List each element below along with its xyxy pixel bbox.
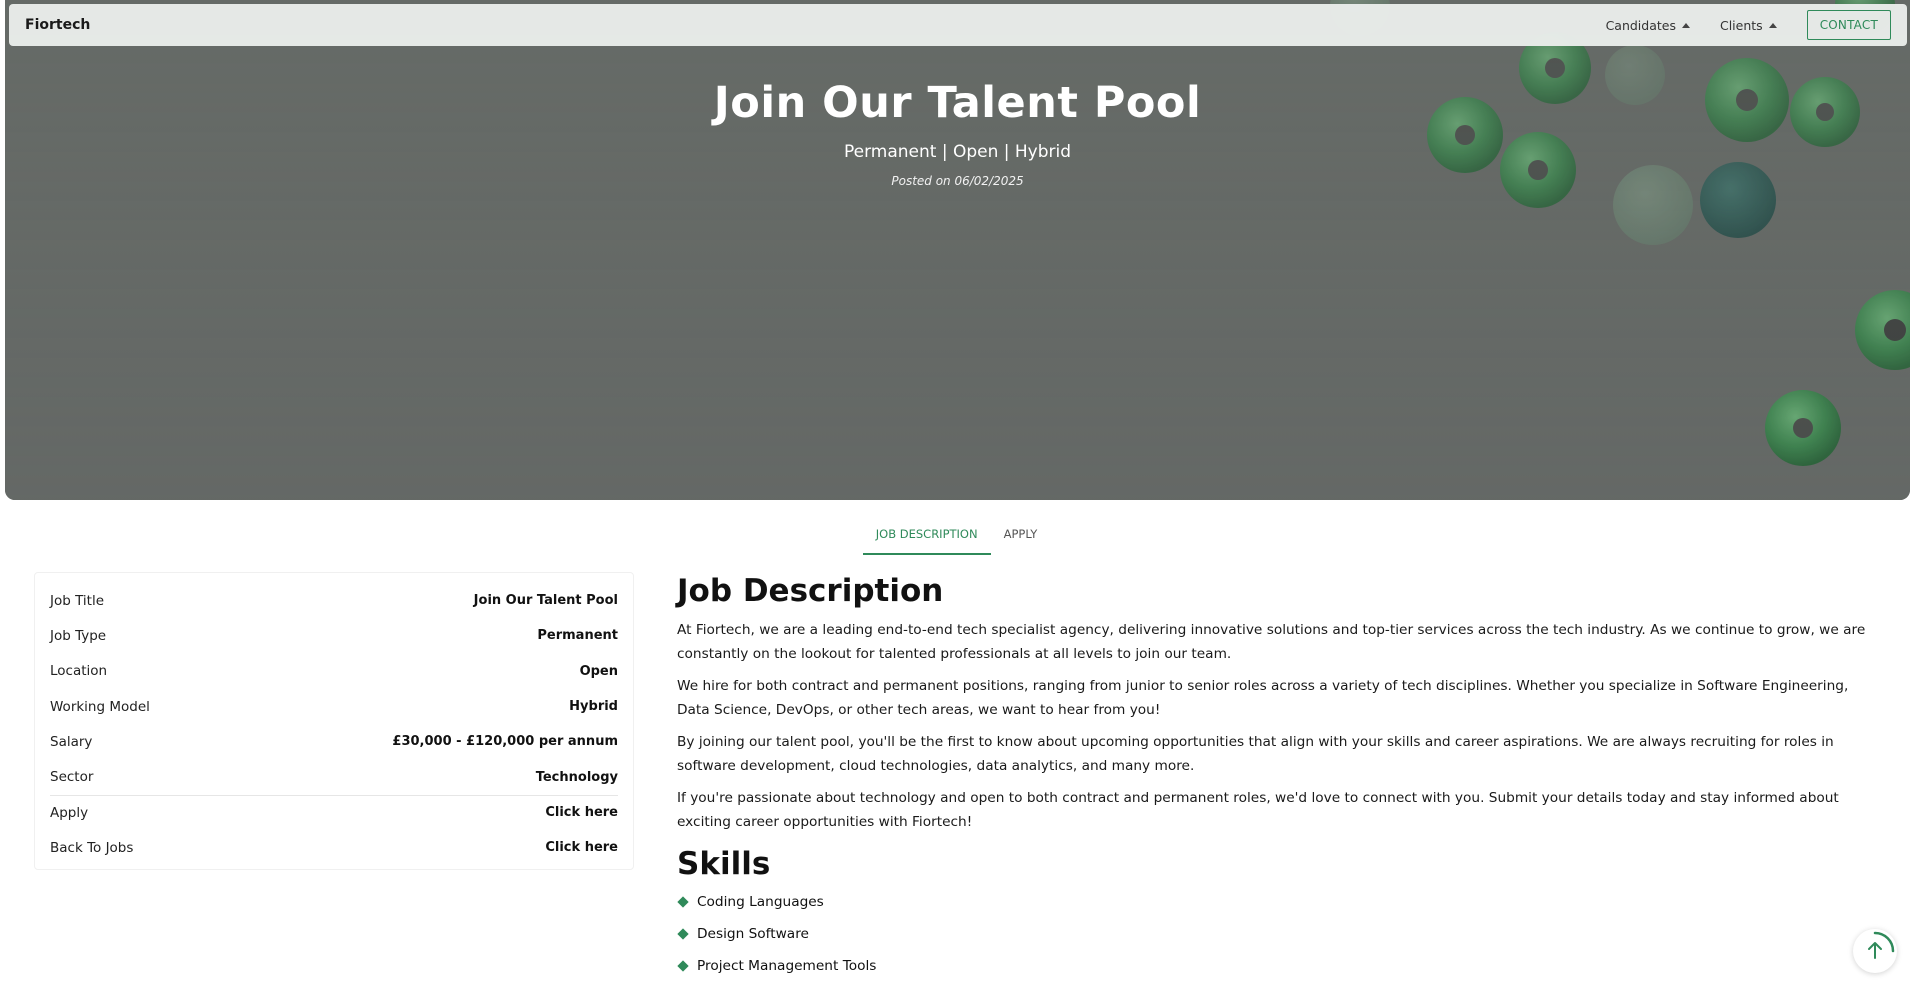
detail-row-location: Location Open xyxy=(50,654,618,689)
arrow-up-icon xyxy=(1868,931,1895,959)
detail-value: Hybrid xyxy=(569,699,618,715)
navbar: Fiortech Candidates Clients CONTACT xyxy=(9,4,1907,46)
description-paragraph: By joining our talent pool, you'll be th… xyxy=(677,734,1834,774)
description-paragraph: We hire for both contract and permanent … xyxy=(677,678,1849,718)
detail-value: Join Our Talent Pool xyxy=(473,593,618,609)
detail-row-back-to-jobs: Back To Jobs Click here xyxy=(50,830,618,865)
detail-value: Technology xyxy=(535,769,618,785)
skill-label: Coding Languages xyxy=(697,894,824,910)
detail-label: Apply xyxy=(50,804,89,821)
detail-label: Salary xyxy=(50,733,93,750)
job-description-section: Job Description At Fiortech, we are a le… xyxy=(677,570,1877,982)
detail-value: £30,000 - £120,000 per annum xyxy=(392,734,618,750)
skill-item: Project Management Tools xyxy=(677,950,1877,982)
detail-label: Location xyxy=(50,663,108,680)
description-paragraph: At Fiortech, we are a leading end-to-end… xyxy=(677,622,1866,662)
content-tabs: JOB DESCRIPTION APPLY xyxy=(0,518,1913,555)
detail-row-sector: Sector Technology xyxy=(50,759,618,794)
job-details-card: Job Title Join Our Talent Pool Job Type … xyxy=(34,572,634,870)
diamond-bullet-icon xyxy=(677,960,689,972)
detail-row-job-title: Job Title Join Our Talent Pool xyxy=(50,583,618,618)
scroll-to-top-button[interactable] xyxy=(1853,929,1897,973)
detail-row-job-type: Job Type Permanent xyxy=(50,618,618,653)
nav-candidates-label: Candidates xyxy=(1605,17,1676,33)
caret-up-icon xyxy=(1681,23,1690,28)
detail-row-apply: Apply Click here xyxy=(50,794,618,830)
caret-up-icon xyxy=(1768,23,1777,28)
skill-label: Design Software xyxy=(697,926,809,942)
nav-clients-menu[interactable]: Clients xyxy=(1720,18,1777,33)
tab-apply[interactable]: APPLY xyxy=(991,518,1051,555)
diamond-bullet-icon xyxy=(677,896,689,908)
contact-button[interactable]: CONTACT xyxy=(1806,10,1891,40)
detail-label: Working Model xyxy=(50,698,150,715)
detail-label: Back To Jobs xyxy=(50,839,134,856)
detail-value: Permanent xyxy=(537,628,618,644)
brand-logo[interactable]: Fiortech xyxy=(25,17,90,33)
skills-heading: Skills xyxy=(677,846,771,882)
hero-banner: Join Our Talent Pool Permanent | Open | … xyxy=(5,0,1910,500)
description-paragraph: If you're passionate about technology an… xyxy=(677,790,1839,830)
skill-item: Design Software xyxy=(677,918,1877,950)
detail-label: Job Title xyxy=(50,592,105,609)
posted-date: Posted on 06/02/2025 xyxy=(891,174,1024,188)
hero-text: Join Our Talent Pool Permanent | Open | … xyxy=(5,78,1910,188)
hero-title: Join Our Talent Pool xyxy=(713,78,1202,128)
detail-row-working-model: Working Model Hybrid xyxy=(50,689,618,724)
skills-list: Coding Languages Design Software Project… xyxy=(677,886,1877,982)
nav-candidates-menu[interactable]: Candidates xyxy=(1606,18,1690,33)
detail-value: Open xyxy=(579,663,618,679)
nav-clients-label: Clients xyxy=(1719,17,1763,33)
detail-row-salary: Salary £30,000 - £120,000 per annum xyxy=(50,724,618,759)
job-description-heading: Job Description xyxy=(677,573,944,609)
nav-menu-group: Candidates Clients CONTACT xyxy=(1606,10,1891,40)
diamond-bullet-icon xyxy=(677,928,689,940)
skill-item: Coding Languages xyxy=(677,886,1877,918)
detail-label: Job Type xyxy=(50,627,107,644)
detail-label: Sector xyxy=(50,769,94,786)
hero-overlay xyxy=(5,0,1910,500)
skill-label: Project Management Tools xyxy=(697,958,877,974)
hero-subtitle: Permanent | Open | Hybrid xyxy=(843,142,1072,162)
back-to-jobs-link[interactable]: Click here xyxy=(545,840,618,855)
apply-link[interactable]: Click here xyxy=(545,805,618,820)
tab-job-description[interactable]: JOB DESCRIPTION xyxy=(862,518,991,555)
